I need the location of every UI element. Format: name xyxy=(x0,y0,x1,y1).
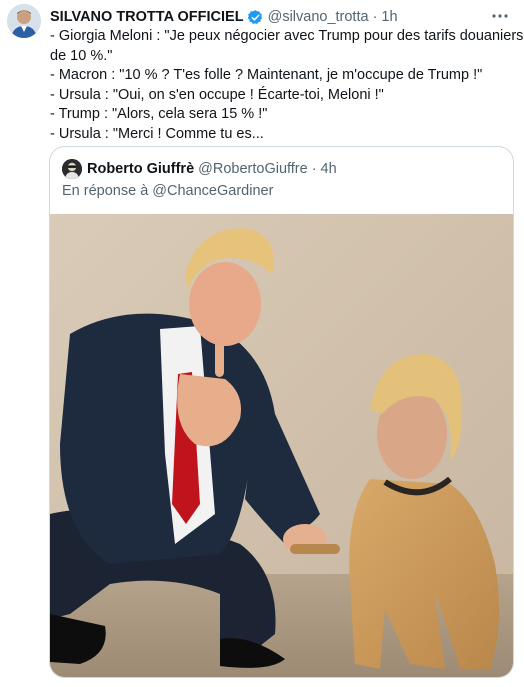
author-avatar[interactable] xyxy=(7,4,41,38)
author-name[interactable]: SILVANO TROTTA OFFICIEL xyxy=(50,9,244,25)
quoted-tweet[interactable]: Roberto Giuffrè @RobertoGiuffre · 4h En … xyxy=(49,146,514,678)
quoted-media-image[interactable] xyxy=(50,214,513,677)
tweet-line: - Trump : "Alors, cela sera 15 % !" xyxy=(50,106,268,123)
reply-prefix: En réponse à xyxy=(62,183,149,199)
separator-dot: · xyxy=(311,161,317,177)
tweet-line: - Giorgia Meloni : "Je peux négocier ave… xyxy=(50,28,524,44)
tweet-line: de 10 %." xyxy=(50,47,113,64)
quoted-tweet-time[interactable]: 4h xyxy=(321,161,337,177)
quoted-author-name[interactable]: Roberto Giuffrè xyxy=(87,161,194,177)
tweet-line: - Macron : "10 % ? T'es folle ? Maintena… xyxy=(50,67,483,84)
tweet-line: - Ursula : "Oui, on s'en occupe ! Écarte… xyxy=(50,86,384,103)
tweet-time[interactable]: 1h xyxy=(381,9,397,25)
verified-badge-icon[interactable] xyxy=(247,9,264,26)
author-handle[interactable]: @silvano_trotta xyxy=(268,9,369,25)
more-options-icon[interactable] xyxy=(490,6,510,26)
tweet-text: - Giorgia Meloni : "Je peux négocier ave… xyxy=(50,27,524,145)
tweet-card[interactable]: SILVANO TROTTA OFFICIEL @silvano_trotta … xyxy=(0,0,524,687)
reply-context: En réponse à @ChanceGardiner xyxy=(62,183,273,199)
quoted-author-avatar[interactable] xyxy=(62,159,82,179)
tweet-header: SILVANO TROTTA OFFICIEL @silvano_trotta … xyxy=(50,7,398,27)
quoted-author-handle[interactable]: @RobertoGiuffre xyxy=(198,161,308,177)
quoted-tweet-header: Roberto Giuffrè @RobertoGiuffre · 4h xyxy=(62,159,337,179)
tweet-line: - Ursula : "Merci ! Comme tu es... xyxy=(50,125,264,142)
reply-mention-link[interactable]: @ChanceGardiner xyxy=(152,183,273,199)
separator-dot: · xyxy=(372,9,378,25)
